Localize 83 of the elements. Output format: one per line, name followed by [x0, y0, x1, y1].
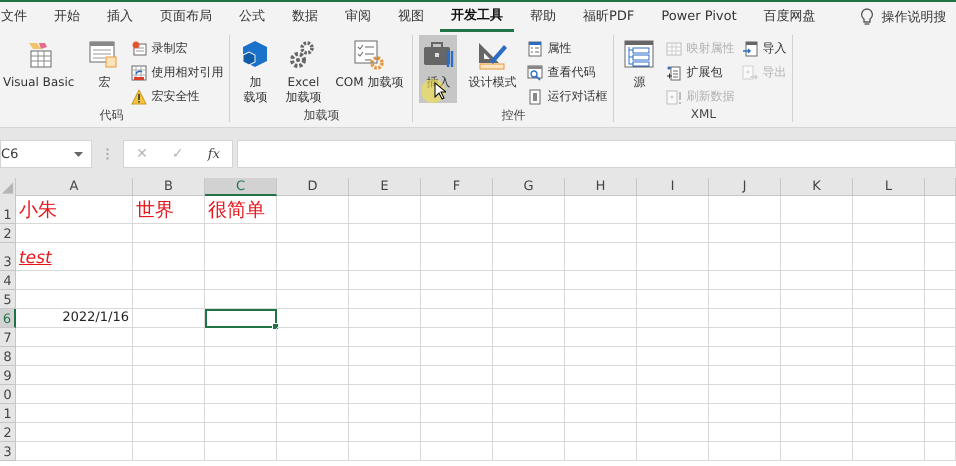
- fill-handle[interactable]: [272, 323, 279, 330]
- group-label: 代码: [98, 107, 125, 123]
- table-cell[interactable]: 世界: [133, 196, 205, 224]
- ribbon-tab[interactable]: 开始: [43, 2, 91, 32]
- table-cell[interactable]: 小朱: [16, 196, 133, 224]
- column-header[interactable]: D: [277, 178, 349, 196]
- column-header[interactable]: K: [781, 178, 853, 196]
- row-header[interactable]: 2: [0, 224, 16, 243]
- list-icon: [527, 40, 544, 56]
- column-header[interactable]: F: [421, 178, 493, 196]
- group-label: XML: [690, 107, 718, 122]
- dialog-icon: [527, 88, 544, 104]
- column-header[interactable]: H: [565, 178, 637, 196]
- row-header[interactable]: 7: [0, 328, 16, 347]
- ribbon-button[interactable]: 属性: [527, 38, 608, 59]
- group-label: 控件: [500, 107, 526, 123]
- row-header[interactable]: 3: [0, 243, 16, 271]
- name-box[interactable]: C6: [0, 140, 92, 168]
- dropdown-icon: [74, 152, 83, 156]
- package-icon: [666, 64, 682, 80]
- drag-handle-icon: [106, 148, 109, 160]
- row-header[interactable]: 4: [0, 271, 16, 290]
- lightbulb-icon: [860, 8, 874, 26]
- column-header[interactable]: I: [637, 178, 709, 196]
- search-hint[interactable]: 操作说明搜: [882, 8, 947, 26]
- ribbon-button[interactable]: 录制宏: [131, 38, 224, 59]
- column-header[interactable]: [925, 178, 956, 196]
- ribbon-tab[interactable]: 公式: [228, 2, 276, 32]
- ribbon-button[interactable]: 查看代码: [527, 62, 608, 83]
- insert-function-button[interactable]: fx: [208, 146, 220, 162]
- ribbon-tab[interactable]: 页面布局: [149, 2, 223, 32]
- row-header[interactable]: 8: [0, 347, 16, 366]
- ribbon-tab[interactable]: 数据: [281, 2, 329, 32]
- row-header[interactable]: 1: [0, 404, 16, 423]
- column-header[interactable]: G: [493, 178, 565, 196]
- checklist-gear-icon: [353, 39, 386, 71]
- row-header[interactable]: 3: [0, 442, 16, 461]
- column-header[interactable]: C: [205, 178, 277, 196]
- formula-input[interactable]: [237, 140, 956, 168]
- ribbon-button[interactable]: 宏: [85, 35, 124, 103]
- table-icon: [666, 40, 682, 56]
- magnifier-icon: [527, 64, 544, 80]
- ribbon-tab[interactable]: 插入: [96, 2, 144, 32]
- ribbon-button[interactable]: 设计模式: [465, 35, 520, 103]
- import-icon: [742, 40, 758, 56]
- row-header[interactable]: 0: [0, 385, 16, 404]
- record-icon: [131, 40, 148, 56]
- ribbon-button[interactable]: Excel 加载项: [282, 35, 324, 107]
- document-alert-icon: [666, 88, 682, 104]
- table-cell[interactable]: test: [16, 243, 133, 271]
- ribbon-button[interactable]: 扩展包: [666, 62, 734, 83]
- row-header[interactable]: 2: [0, 423, 16, 442]
- ribbon-tab[interactable]: Power Pivot: [650, 2, 748, 32]
- group-label: 加载项: [302, 107, 340, 123]
- row-header[interactable]: 1: [0, 196, 16, 224]
- column-header[interactable]: L: [853, 178, 925, 196]
- column-header[interactable]: E: [349, 178, 421, 196]
- table-cell[interactable]: 2022/1/16: [16, 309, 133, 328]
- row-header[interactable]: 9: [0, 366, 16, 385]
- ribbon-button[interactable]: 源: [620, 35, 658, 103]
- table-cell[interactable]: [205, 309, 277, 328]
- ribbon-tab[interactable]: 审阅: [334, 2, 382, 32]
- warning-icon: [131, 88, 148, 104]
- ribbon-button[interactable]: 使用相对引用: [131, 62, 224, 83]
- row-header[interactable]: 6: [0, 309, 16, 328]
- grid-arrow-icon: [131, 64, 148, 80]
- row-header[interactable]: 5: [0, 290, 16, 309]
- ribbon-tab[interactable]: 帮助: [519, 2, 567, 32]
- ribbon-button[interactable]: 宏安全性: [131, 86, 224, 107]
- ribbon-button[interactable]: 导入: [742, 38, 786, 59]
- ribbon-button[interactable]: COM 加载项: [332, 35, 406, 103]
- link[interactable]: test: [19, 246, 52, 270]
- ribbon-tab[interactable]: 文件: [0, 2, 38, 32]
- ribbon-button[interactable]: 运行对话框: [527, 86, 608, 107]
- ribbon-button[interactable]: Visual Basic: [0, 35, 78, 103]
- table-cell[interactable]: 很简单: [205, 196, 277, 224]
- column-header[interactable]: J: [709, 178, 781, 196]
- column-header[interactable]: A: [16, 178, 133, 196]
- ribbon-tab[interactable]: 视图: [387, 2, 435, 32]
- ribbon-button[interactable]: 加 载项: [236, 35, 274, 107]
- export-icon: [742, 64, 758, 80]
- ribbon-tab[interactable]: 福昕PDF: [572, 2, 646, 32]
- ribbon-tab[interactable]: 百度网盘: [752, 2, 827, 32]
